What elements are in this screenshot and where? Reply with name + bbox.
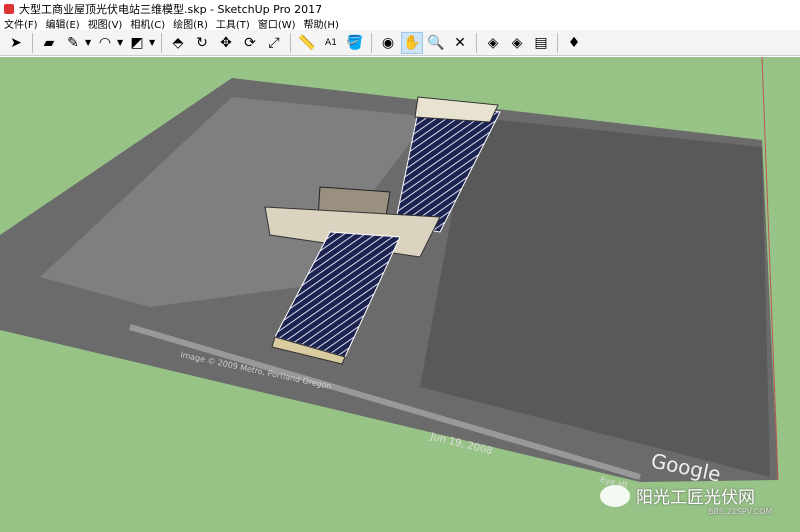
menu-item-7[interactable]: 帮助(H)	[300, 16, 343, 31]
select-icon: ➤	[10, 34, 22, 51]
3d-warehouse-icon: ◈	[487, 34, 499, 51]
dropdown-arrow-icon[interactable]: ▼	[85, 38, 93, 47]
menu-item-0[interactable]: 文件(F)	[0, 16, 42, 31]
eraser-icon: ▰	[43, 34, 55, 51]
window-title: 大型工商业屋顶光伏电站三维模型.skp - SketchUp Pro 2017	[19, 2, 323, 16]
offset-tool-button[interactable]: ↻	[191, 32, 213, 54]
title-bar: 大型工商业屋顶光伏电站三维模型.skp - SketchUp Pro 2017	[0, 0, 800, 17]
3d-warehouse-tool-button[interactable]: ◈	[482, 32, 504, 54]
zoom-icon: 🔍	[427, 34, 445, 51]
zoom-extents-icon: ✕	[454, 34, 466, 51]
sketchup-logo-icon	[4, 3, 14, 14]
scale-tool-button[interactable]: ⤢	[263, 32, 285, 54]
orbit-tool-button[interactable]: ◉	[377, 32, 399, 54]
ruby-console-icon: ♦	[567, 34, 581, 51]
pan-icon: ✋	[403, 34, 421, 51]
tape-measure-icon: 📏	[298, 34, 316, 51]
pan-tool-button[interactable]: ✋	[401, 31, 423, 54]
wechat-icon	[600, 484, 630, 507]
rectangle-tool-button[interactable]: ◩	[126, 32, 148, 54]
text-icon: A1	[325, 37, 337, 48]
menu-item-6[interactable]: 窗口(W)	[254, 16, 300, 31]
orbit-icon: ◉	[381, 34, 395, 51]
model-scene: Image © 2009 Metro, Portland Oregon Jun …	[0, 57, 779, 490]
eraser-tool-button[interactable]: ▰	[38, 32, 60, 54]
menu-item-1[interactable]: 编辑(E)	[42, 16, 84, 31]
extension-warehouse-icon: ◈	[511, 34, 523, 51]
menu-item-5[interactable]: 工具(T)	[212, 16, 254, 31]
tape-measure-tool-button[interactable]: 📏	[296, 32, 318, 54]
rectangle-icon: ◩	[130, 34, 144, 51]
paint-bucket-tool-button[interactable]: 🪣	[344, 32, 366, 54]
menu-item-4[interactable]: 绘图(R)	[169, 16, 212, 31]
dropdown-arrow-icon[interactable]: ▼	[117, 38, 125, 47]
text-tool-button[interactable]: A1	[320, 32, 342, 54]
toolbar: ➤ ▰ ✎ ▼ ◠ ▼ ◩ ▼ ⬘ ↻ ✥ ⟳ ⤢ 📏 A1 🪣 ◉ ✋ 🔍 ✕ ◈ ◈ ▤ ♦	[0, 30, 800, 56]
menu-bar: 文件(F) 编辑(E) 视图(V) 相机(C) 绘图(R) 工具(T) 窗口(W) 帮助(H)	[0, 16, 800, 31]
zoom-tool-button[interactable]: 🔍	[425, 32, 447, 54]
move-tool-button[interactable]: ✥	[215, 32, 237, 54]
zoom-extents-tool-button[interactable]: ✕	[449, 32, 471, 54]
toolbar-divider	[371, 32, 372, 53]
building-top	[414, 96, 499, 123]
arc-tool-button[interactable]: ◠	[94, 32, 116, 54]
rotate-icon: ⟳	[244, 34, 256, 51]
arc-icon: ◠	[98, 34, 112, 51]
dropdown-arrow-icon[interactable]: ▼	[149, 38, 157, 47]
watermark: 阳光工匠光伏网 BBS.21SPV.COM	[600, 483, 772, 516]
move-icon: ✥	[220, 34, 232, 51]
push-pull-icon: ⬘	[172, 34, 184, 51]
toolbar-divider	[557, 32, 558, 53]
toolbar-divider	[476, 32, 477, 53]
toolbar-divider	[32, 32, 33, 53]
menu-item-3[interactable]: 相机(C)	[126, 16, 169, 31]
toolbar-divider	[161, 32, 162, 53]
offset-icon: ↻	[196, 34, 208, 51]
extension-warehouse-tool-button[interactable]: ◈	[506, 32, 528, 54]
rotate-tool-button[interactable]: ⟳	[239, 32, 261, 54]
select-tool-button[interactable]: ➤	[5, 32, 27, 54]
paint-bucket-icon: 🪣	[346, 34, 364, 51]
push-pull-tool-button[interactable]: ⬘	[167, 32, 189, 54]
ruby-console-tool-button[interactable]: ♦	[563, 32, 585, 54]
send-to-layout-tool-button[interactable]: ▤	[530, 32, 552, 54]
pencil-icon: ✎	[67, 34, 79, 51]
model-viewport[interactable]: Image © 2009 Metro, Portland Oregon Jun …	[0, 57, 800, 532]
pencil-tool-button[interactable]: ✎	[62, 32, 84, 54]
scale-icon: ⤢	[268, 34, 280, 51]
menu-item-2[interactable]: 视图(V)	[84, 16, 127, 31]
send-to-layout-icon: ▤	[534, 34, 548, 51]
toolbar-divider	[290, 32, 291, 53]
